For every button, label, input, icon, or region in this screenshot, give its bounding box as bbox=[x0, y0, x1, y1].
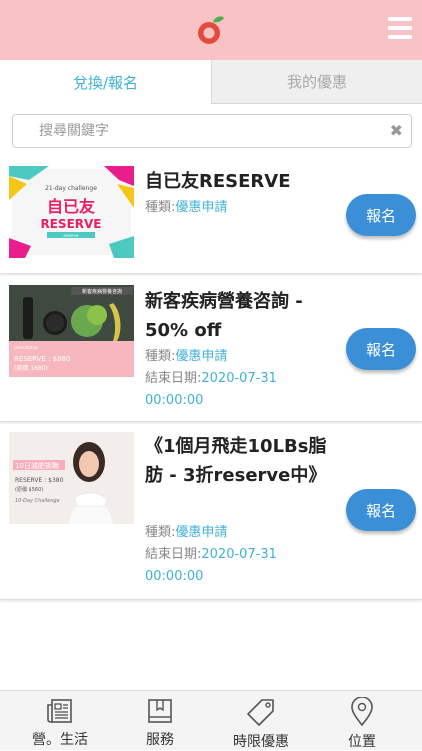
image-small: consultation bbox=[14, 345, 39, 350]
offer-title: 新客疾病營養咨詢 - 50% off bbox=[145, 291, 303, 341]
type-value: 優惠申請 bbox=[175, 525, 228, 540]
image-kicker: 21-day challenge bbox=[45, 185, 97, 192]
signup-button[interactable]: 報名 bbox=[346, 489, 416, 531]
image-line1: 自已友 bbox=[47, 197, 96, 216]
type-label: 種類: bbox=[145, 525, 176, 540]
offer-card[interactable]: 新客疾病營養咨詢 consultation RESERVE : $880 (原價… bbox=[0, 276, 422, 422]
search-bar: ✖ bbox=[12, 114, 412, 148]
top-bar bbox=[0, 0, 422, 60]
type-value: 優惠申請 bbox=[175, 349, 228, 364]
close-icon[interactable]: ✖ bbox=[390, 121, 403, 140]
type-label: 種類: bbox=[145, 200, 176, 215]
nav-label: 位置 bbox=[348, 734, 376, 750]
signup-button[interactable]: 報名 bbox=[346, 194, 416, 236]
offer-meta: 種類:優惠申請 結束日期:2020-07-31 00:00:00 bbox=[145, 522, 295, 588]
tab-bar: 兌換/報名 我的優惠 bbox=[0, 60, 422, 104]
image-orig: (原價 1680) bbox=[14, 364, 48, 372]
offer-meta: 種類:優惠申請 結束日期:2020-07-31 00:00:00 bbox=[145, 346, 295, 412]
end-label: 結束日期: bbox=[145, 547, 202, 562]
image-small: reserve bbox=[63, 233, 79, 238]
image-sub: 10-Day Challenge bbox=[15, 498, 60, 504]
signup-button[interactable]: 報名 bbox=[346, 328, 416, 370]
image-price: RESERVE : $380 bbox=[15, 477, 64, 484]
image-banner: 10日減肥挑戰 bbox=[15, 461, 59, 470]
image-line2: RESERVE bbox=[40, 217, 101, 231]
nav-label: 時限優惠 bbox=[233, 734, 289, 750]
nav-label: 服務 bbox=[146, 732, 174, 748]
tab-my-offers[interactable]: 我的優惠 bbox=[211, 60, 422, 104]
hamburger-menu-icon[interactable] bbox=[388, 17, 412, 39]
search-input[interactable] bbox=[13, 115, 363, 147]
bottom-nav: 營。生活 服務 時限優惠 位置 bbox=[0, 690, 422, 750]
nav-item-services[interactable]: 服務 bbox=[110, 691, 210, 751]
image-orig: (原價 $560) bbox=[15, 486, 43, 493]
offer-meta: 種類:優惠申請 bbox=[145, 197, 227, 219]
nav-item-location[interactable]: 位置 bbox=[312, 691, 412, 751]
end-label: 結束日期: bbox=[145, 371, 202, 386]
tab-redeem-signup[interactable]: 兌換/報名 bbox=[0, 60, 211, 104]
offer-title: 《1個月飛走10LBs脂肪 - 3折reserve中》 bbox=[145, 436, 327, 486]
image-banner: 新客疾病營養咨詢 bbox=[82, 288, 122, 295]
offer-image: 新客疾病營養咨詢 consultation RESERVE : $880 (原價… bbox=[9, 285, 134, 377]
offer-image: 10日減肥挑戰 RESERVE : $380 (原價 $560) 10-Day … bbox=[9, 432, 134, 524]
nav-label: 營。生活 bbox=[32, 732, 88, 748]
nav-item-life[interactable]: 營。生活 bbox=[10, 691, 110, 751]
nav-item-limited-offers[interactable]: 時限優惠 bbox=[211, 691, 311, 751]
newspaper-icon bbox=[47, 699, 72, 723]
type-label: 種類: bbox=[145, 349, 176, 364]
offer-card[interactable]: 21-day challenge 自已友 RESERVE reserve 自已友… bbox=[0, 160, 422, 274]
location-pin-icon bbox=[351, 697, 373, 727]
apple-logo[interactable] bbox=[196, 14, 226, 46]
offer-title: 自已友RESERVE bbox=[145, 171, 291, 192]
image-price: RESERVE : $880 bbox=[14, 355, 70, 363]
type-value: 優惠申請 bbox=[175, 200, 228, 215]
tag-icon bbox=[247, 699, 274, 726]
offer-image: 21-day challenge 自已友 RESERVE reserve bbox=[9, 166, 134, 258]
offer-card[interactable]: 10日減肥挑戰 RESERVE : $380 (原價 $560) 10-Day … bbox=[0, 424, 422, 600]
book-icon bbox=[148, 699, 172, 723]
